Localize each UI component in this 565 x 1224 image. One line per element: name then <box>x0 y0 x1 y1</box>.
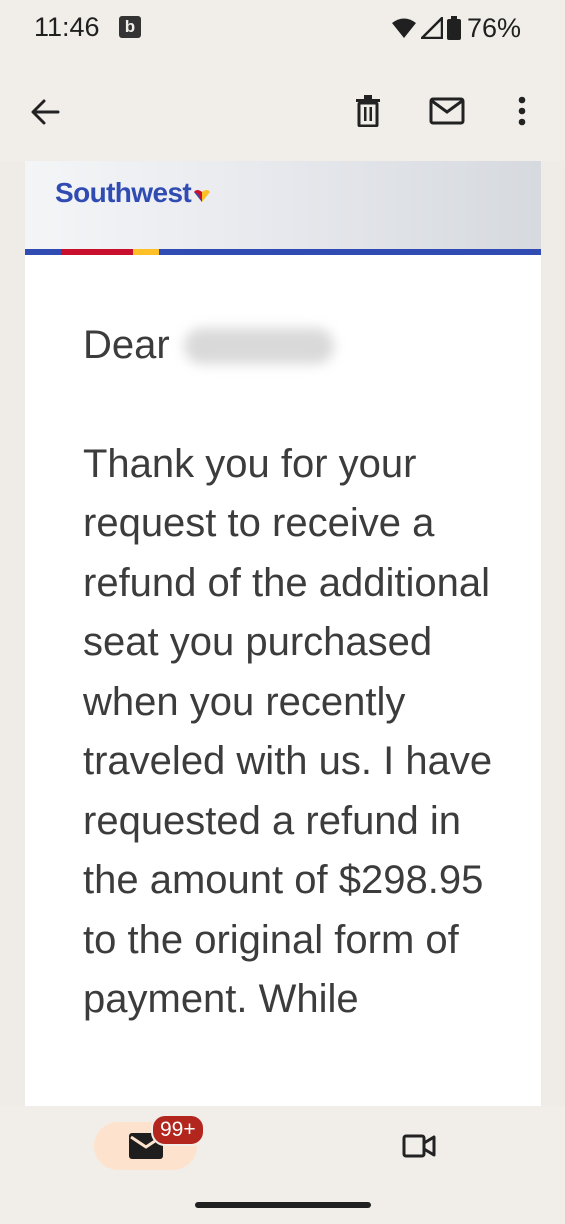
banner-stripe-red <box>61 249 133 255</box>
mark-unread-icon <box>429 97 465 125</box>
app-notification-icon: b <box>119 16 141 38</box>
banner-stripe-yellow <box>133 249 159 255</box>
unread-count-badge: 99+ <box>151 1114 205 1146</box>
email-text: Dear Thank you for your request to recei… <box>83 316 503 1030</box>
greeting-line: Dear <box>83 316 503 376</box>
gesture-navigation-bar[interactable] <box>195 1202 371 1208</box>
greeting: Dear <box>83 323 170 367</box>
wifi-icon <box>391 18 416 38</box>
redacted-name <box>183 327 334 364</box>
trash-icon <box>356 95 380 127</box>
battery-icon <box>446 16 461 40</box>
video-camera-icon <box>402 1134 436 1158</box>
brand-name: Southwest <box>55 177 192 208</box>
more-options-button[interactable] <box>500 88 544 134</box>
email-header-banner: Southwest <box>25 161 541 255</box>
heart-logo-icon <box>194 190 211 202</box>
battery-percentage: 76% <box>466 12 521 43</box>
back-button[interactable] <box>22 89 68 135</box>
more-vert-icon <box>518 96 526 126</box>
back-arrow-icon <box>31 99 60 125</box>
signal-icon <box>420 17 443 39</box>
email-paragraph: Thank you for your request to receive a … <box>83 441 493 1022</box>
bottom-navigation: 99+ <box>0 1106 565 1224</box>
status-time: 11:46 <box>34 12 100 42</box>
email-toolbar <box>0 60 565 161</box>
status-bar: 11:46 b 76% <box>0 0 565 60</box>
delete-button[interactable] <box>345 88 391 134</box>
mark-unread-button[interactable] <box>423 88 471 134</box>
meet-tab[interactable] <box>396 1126 442 1166</box>
status-indicators: 76% <box>391 13 521 43</box>
email-body: Southwest Dear Thank you for your reques… <box>25 161 541 1106</box>
message-view[interactable]: Southwest Dear Thank you for your reques… <box>0 161 565 1106</box>
southwest-logo: Southwest <box>55 177 211 209</box>
